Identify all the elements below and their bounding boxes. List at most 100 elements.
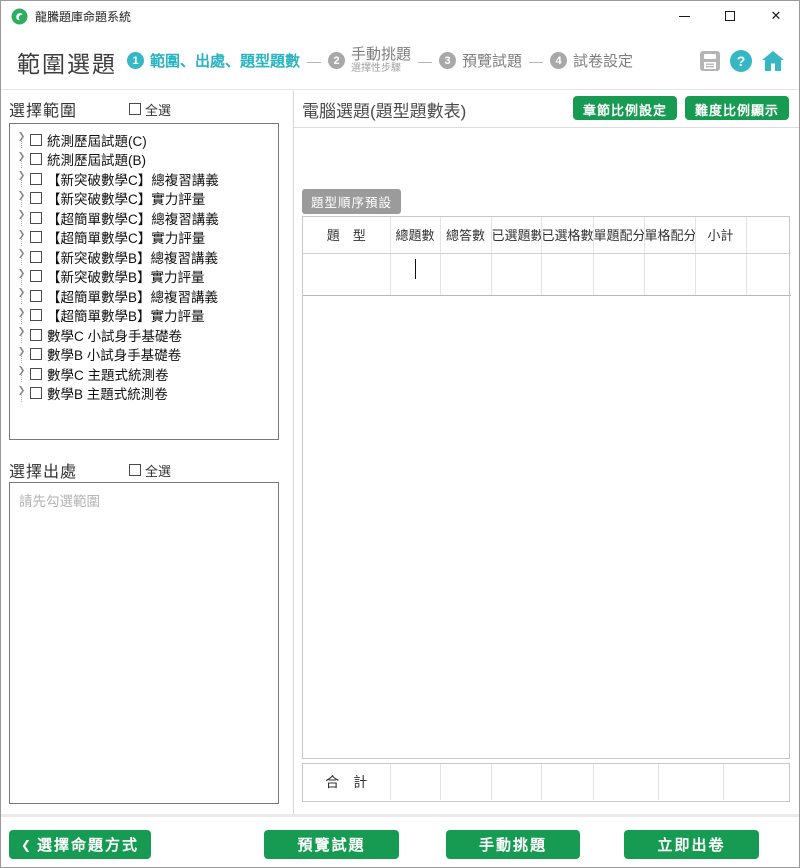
chevron-right-icon[interactable]: ❯ — [18, 365, 26, 375]
tree-item-label[interactable]: 數學C 主題式統測卷 — [47, 364, 169, 384]
step-4-circle[interactable]: 4 — [550, 52, 567, 69]
minimize-icon[interactable] — [661, 1, 707, 31]
step-1-label[interactable]: 範圍、出處、題型題數 — [150, 50, 300, 71]
tree-item-label[interactable]: 統測歷屆試題(B) — [47, 149, 146, 169]
tree-item-checkbox[interactable] — [30, 309, 42, 321]
tree-item-checkbox[interactable] — [30, 270, 42, 282]
tree-item[interactable]: ❯ 【新突破數學B】實力評量 — [14, 267, 274, 287]
chevron-right-icon[interactable]: ❯ — [18, 307, 26, 317]
tree-item-label[interactable]: 統測歷屆試題(C) — [47, 130, 147, 150]
chevron-right-icon[interactable]: ❯ — [18, 170, 26, 180]
tree-item-label[interactable]: 【超簡單數學C】實力評量 — [47, 227, 205, 247]
source-select-all-checkbox[interactable] — [129, 464, 141, 476]
chevron-right-icon[interactable]: ❯ — [18, 248, 26, 258]
maximize-icon[interactable] — [707, 1, 753, 31]
tree-item[interactable]: ❯ 統測歷屆試題(B) — [14, 150, 274, 170]
tree-item[interactable]: ❯ 數學C 小試身手基礎卷 — [14, 325, 274, 345]
tree-item[interactable]: ❯ 數學C 主題式統測卷 — [14, 364, 274, 384]
tree-item-label[interactable]: 數學B 小試身手基礎卷 — [47, 344, 181, 364]
close-icon[interactable]: ✕ — [753, 1, 799, 31]
col-question-type: 題 型 — [303, 217, 390, 253]
tree-item[interactable]: ❯ 統測歷屆試題(C) — [14, 130, 274, 150]
step-2-circle[interactable]: 2 — [328, 52, 345, 69]
table-cell[interactable] — [695, 253, 746, 295]
table-cell[interactable] — [390, 253, 440, 295]
tree-item-checkbox[interactable] — [30, 368, 42, 380]
tree-item-checkbox[interactable] — [30, 153, 42, 165]
home-icon[interactable] — [761, 50, 785, 72]
save-icon[interactable] — [699, 50, 721, 72]
table-cell[interactable] — [593, 253, 644, 295]
table-cell[interactable] — [491, 253, 541, 295]
bottom-action-bar: ❮ 選擇命題方式 預覽試題 手動挑題 立即出卷 — [1, 814, 799, 868]
tree-item-checkbox[interactable] — [30, 329, 42, 341]
chevron-right-icon[interactable]: ❯ — [18, 268, 26, 278]
tree-item-checkbox[interactable] — [30, 212, 42, 224]
tree-item-checkbox[interactable] — [30, 134, 42, 146]
difficulty-ratio-button[interactable]: 難度比例顯示 — [685, 96, 789, 120]
chevron-right-icon[interactable]: ❯ — [18, 190, 26, 200]
tree-item-checkbox[interactable] — [30, 348, 42, 360]
tree-item-label[interactable]: 【新突破數學C】實力評量 — [47, 188, 205, 208]
chevron-right-icon[interactable]: ❯ — [18, 385, 26, 395]
app-logo-icon — [11, 8, 28, 25]
range-select-all-checkbox[interactable] — [129, 103, 141, 115]
chapter-ratio-button[interactable]: 章節比例設定 — [573, 96, 677, 120]
chevron-right-icon[interactable]: ❯ — [18, 287, 26, 297]
chevron-right-icon[interactable]: ❯ — [18, 209, 26, 219]
chevron-right-icon[interactable]: ❯ — [18, 229, 26, 239]
chevron-right-icon[interactable]: ❯ — [18, 131, 26, 141]
step-1-circle[interactable]: 1 — [127, 52, 144, 69]
tree-item-label[interactable]: 【新突破數學B】實力評量 — [47, 266, 205, 286]
step-3-label[interactable]: 預覽試題 — [462, 50, 522, 71]
tree-item[interactable]: ❯ 【新突破數學C】實力評量 — [14, 189, 274, 209]
step-3-circle[interactable]: 3 — [439, 52, 456, 69]
source-select-all[interactable]: 全選 — [129, 461, 171, 480]
tree-item-checkbox[interactable] — [30, 290, 42, 302]
app-header: 範圍選題 1 範圍、出處、題型題數 — 2 手動挑題 選擇性步驟 — 3 預覽試… — [1, 31, 799, 90]
table-cell[interactable] — [644, 253, 695, 295]
tree-item-label[interactable]: 【新突破數學C】總複習講義 — [47, 169, 219, 189]
step-indicator: 1 範圍、出處、題型題數 — 2 手動挑題 選擇性步驟 — 3 預覽試題 — 4… — [127, 31, 633, 90]
back-to-selection-mode-button[interactable]: ❮ 選擇命題方式 — [9, 830, 151, 859]
tree-item[interactable]: ❯ 數學B 小試身手基礎卷 — [14, 345, 274, 365]
tree-item-checkbox[interactable] — [30, 192, 42, 204]
step-separator: — — [418, 53, 432, 69]
tree-item-label[interactable]: 【超簡單數學B】實力評量 — [47, 305, 205, 325]
chevron-right-icon[interactable]: ❯ — [18, 346, 26, 356]
tree-item-label[interactable]: 【超簡單數學C】總複習講義 — [47, 208, 219, 228]
tree-item-checkbox[interactable] — [30, 251, 42, 263]
tree-item-checkbox[interactable] — [30, 231, 42, 243]
tree-item-checkbox[interactable] — [30, 387, 42, 399]
table-cell[interactable] — [541, 253, 593, 295]
tree-item-checkbox[interactable] — [30, 173, 42, 185]
tree-item[interactable]: ❯ 【新突破數學B】總複習講義 — [14, 247, 274, 267]
source-placeholder: 請先勾選範圍 — [19, 494, 100, 509]
generate-exam-button[interactable]: 立即出卷 — [624, 830, 759, 859]
range-select-all[interactable]: 全選 — [129, 100, 171, 119]
tree-item[interactable]: ❯ 【超簡單數學B】總複習講義 — [14, 286, 274, 306]
help-icon[interactable]: ? — [730, 50, 752, 72]
preview-questions-button[interactable]: 預覽試題 — [264, 830, 399, 859]
range-tree-list[interactable]: ❯ 統測歷屆試題(C) ❯ 統測歷屆試題(B) ❯ 【新突破數學C】總複習講義 ❯ 【新… — [9, 123, 279, 440]
tree-item[interactable]: ❯ 數學B 主題式統測卷 — [14, 384, 274, 404]
chevron-right-icon[interactable]: ❯ — [18, 151, 26, 161]
tree-item[interactable]: ❯ 【超簡單數學C】總複習講義 — [14, 208, 274, 228]
header-icons: ? — [699, 31, 785, 90]
table-cell[interactable] — [746, 253, 791, 295]
tree-item-label[interactable]: 數學B 主題式統測卷 — [47, 383, 168, 403]
table-cell[interactable] — [303, 253, 390, 295]
table-cell[interactable] — [440, 253, 491, 295]
total-cell — [593, 764, 658, 800]
tree-item-label[interactable]: 【超簡單數學B】總複習講義 — [47, 286, 218, 306]
main-content: 選擇範圍 全選 ❯統測歷屆試題(C) ❯統測歷屆試題(B) ❯【新突破數學C】總… — [1, 91, 799, 814]
tree-item-label[interactable]: 【新突破數學B】總複習講義 — [47, 247, 218, 267]
tree-item[interactable]: ❯ 【超簡單數學C】實力評量 — [14, 228, 274, 248]
tree-item[interactable]: ❯ 【超簡單數學B】實力評量 — [14, 306, 274, 326]
tree-item[interactable]: ❯ 【新突破數學C】總複習講義 — [14, 169, 274, 189]
step-2-label[interactable]: 手動挑題 選擇性步驟 — [351, 47, 411, 75]
manual-pick-button[interactable]: 手動挑題 — [446, 830, 580, 859]
chevron-right-icon[interactable]: ❯ — [18, 326, 26, 336]
tree-item-label[interactable]: 數學C 小試身手基礎卷 — [47, 325, 182, 345]
step-4-label[interactable]: 試卷設定 — [573, 50, 633, 71]
